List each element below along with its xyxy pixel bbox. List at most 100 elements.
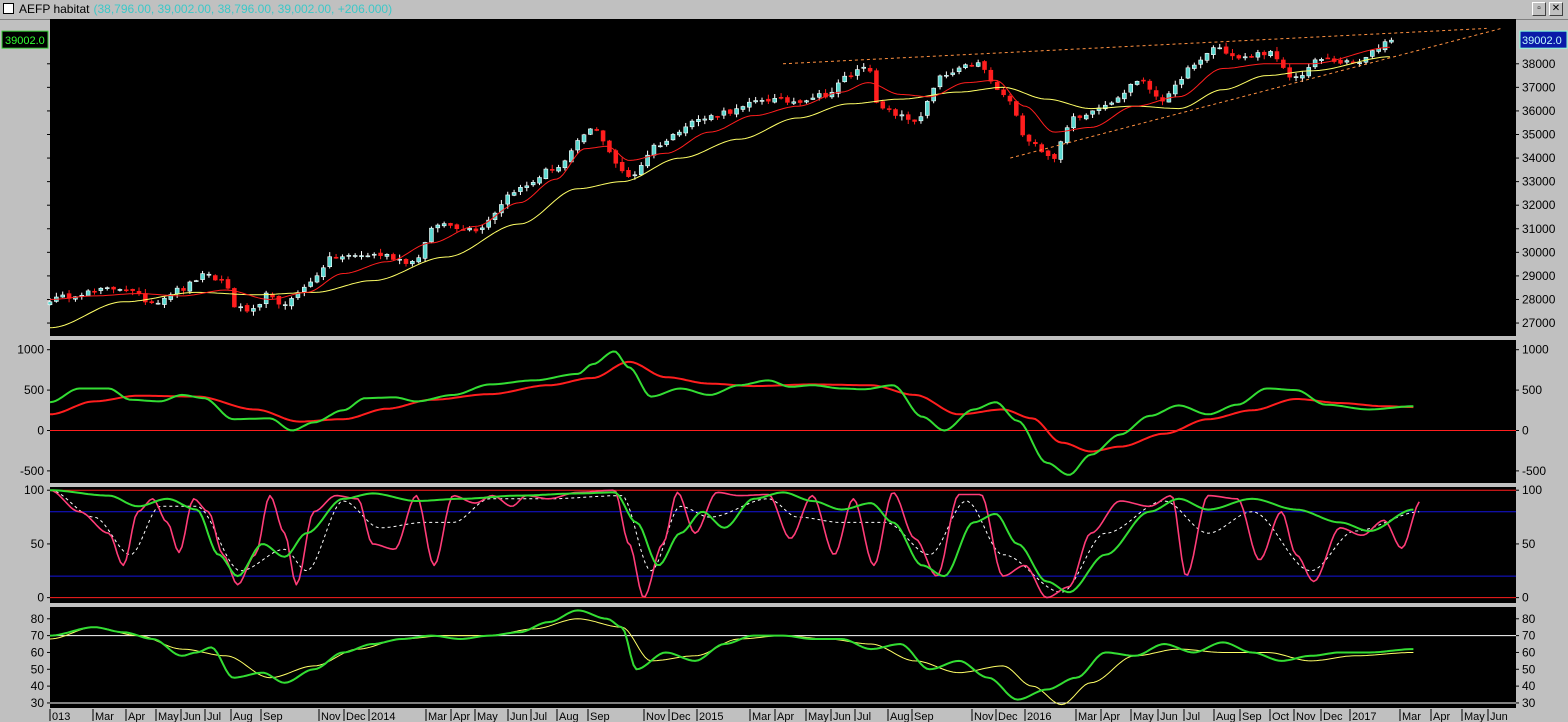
candle[interactable] <box>1020 113 1025 137</box>
candle[interactable] <box>588 128 593 136</box>
candle[interactable] <box>1064 125 1070 145</box>
candle-body <box>1192 64 1197 69</box>
candle-body <box>143 293 148 303</box>
y-tick-label-left: 80 <box>31 612 45 626</box>
candle-body <box>651 144 657 156</box>
candle-body <box>937 75 943 88</box>
candle-body <box>1039 144 1045 153</box>
y-tick-label-right: 80 <box>1522 612 1536 626</box>
x-tick-label: May <box>477 711 498 722</box>
candle-body <box>130 288 135 291</box>
candle-body <box>969 64 975 67</box>
candle[interactable] <box>874 68 879 104</box>
candle-body <box>308 281 313 287</box>
window-title: AEFP habitat (38,796.00, 39,002.00, 38,79… <box>19 2 392 16</box>
candle-body <box>766 98 771 102</box>
x-tick-label: Jun <box>183 711 201 722</box>
candle-body <box>1217 47 1223 50</box>
candle-body <box>575 140 580 151</box>
close-button[interactable]: ✕ <box>1549 2 1563 16</box>
candle-body <box>257 304 263 308</box>
chart-area[interactable]: 013 Mar Apr May Jun Jul Aug Sep Nov Dec 2014 Mar Apr… <box>0 19 1568 722</box>
candle[interactable] <box>994 80 1000 91</box>
candle-body <box>778 97 784 99</box>
y-tick-label-left: 0 <box>37 591 44 605</box>
y-tick-label-left: -500 <box>20 464 44 478</box>
candle-body <box>632 174 638 177</box>
x-tick-label: Apr <box>128 711 145 722</box>
candle-body <box>181 288 186 291</box>
candle-body <box>772 98 778 103</box>
candle-body <box>213 275 218 281</box>
window-menu-icon[interactable] <box>3 3 14 14</box>
candle-body <box>1300 75 1305 79</box>
x-tick-label: Mar <box>1402 711 1421 722</box>
x-tick-label: Jul <box>1186 711 1200 722</box>
candle-body <box>975 62 981 67</box>
window-titlebar: AEFP habitat (38,796.00, 39,002.00, 38,79… <box>0 0 1568 20</box>
candle-body <box>448 223 453 226</box>
candle-body <box>1007 95 1013 102</box>
y-tick-label-right: 40 <box>1522 679 1536 693</box>
candle[interactable] <box>429 226 434 244</box>
candle-body <box>187 281 193 292</box>
candle-body <box>1179 79 1184 85</box>
candle-body <box>886 108 892 110</box>
pane-3-background <box>50 487 1516 603</box>
candle-body <box>441 223 447 227</box>
x-tick-label: Apr <box>1103 711 1120 722</box>
candle-body <box>1242 56 1248 59</box>
x-tick-label: Mar <box>1078 711 1097 722</box>
candle[interactable] <box>1014 100 1019 117</box>
candle-body <box>988 69 994 82</box>
candle-body <box>1077 115 1083 118</box>
y-tick-label-right: 1000 <box>1522 343 1549 357</box>
x-tick-label: Jun <box>510 711 528 722</box>
restore-button[interactable]: ▫ <box>1532 2 1546 16</box>
y-tick-label-right: 500 <box>1522 383 1542 397</box>
candle-body <box>855 69 860 76</box>
candle-body <box>638 165 644 176</box>
x-tick-label: Nov <box>321 711 341 722</box>
y-tick-label-right: 36000 <box>1522 104 1556 118</box>
candle-body <box>549 169 555 171</box>
x-tick-label: Jul <box>207 711 221 722</box>
x-tick-label: Dec <box>998 711 1018 722</box>
candle-body <box>1153 90 1159 97</box>
candle-body <box>238 306 243 309</box>
candle-body <box>505 194 510 205</box>
candle-body <box>1109 102 1114 105</box>
candle-body <box>1090 110 1095 115</box>
candle-body <box>410 261 415 265</box>
candle-body <box>1249 56 1254 58</box>
candle-body <box>1325 57 1331 60</box>
last-price-label-left: 39002.0 <box>1 30 49 49</box>
y-tick-label-right: 34000 <box>1522 151 1556 165</box>
candle-body <box>734 108 739 115</box>
candle[interactable] <box>1058 140 1064 163</box>
candle-body <box>1045 150 1051 156</box>
candle[interactable] <box>543 167 549 180</box>
candle[interactable] <box>670 133 676 141</box>
y-tick-label-left: 1000 <box>17 343 44 357</box>
candle-body <box>594 129 599 131</box>
y-tick-label-right: 33000 <box>1522 175 1556 189</box>
candle-body <box>1230 53 1235 57</box>
x-tick-label: Dec <box>346 711 366 722</box>
candle[interactable] <box>213 274 218 281</box>
candle-body <box>60 294 65 298</box>
candle-body <box>1268 51 1273 57</box>
candle-body <box>327 256 332 268</box>
candle-body <box>371 253 377 256</box>
candle-body <box>391 254 396 260</box>
candle-body <box>333 256 339 259</box>
candle-body <box>314 275 320 283</box>
candle-body <box>721 110 727 116</box>
x-tick-label: Jun <box>1160 711 1178 722</box>
candle-body <box>1033 141 1038 145</box>
candle[interactable] <box>925 100 930 119</box>
candle-body <box>537 177 542 184</box>
y-tick-label-left: 40 <box>31 679 45 693</box>
candle-body <box>429 227 434 243</box>
x-tick-label: Sep <box>1242 711 1262 722</box>
